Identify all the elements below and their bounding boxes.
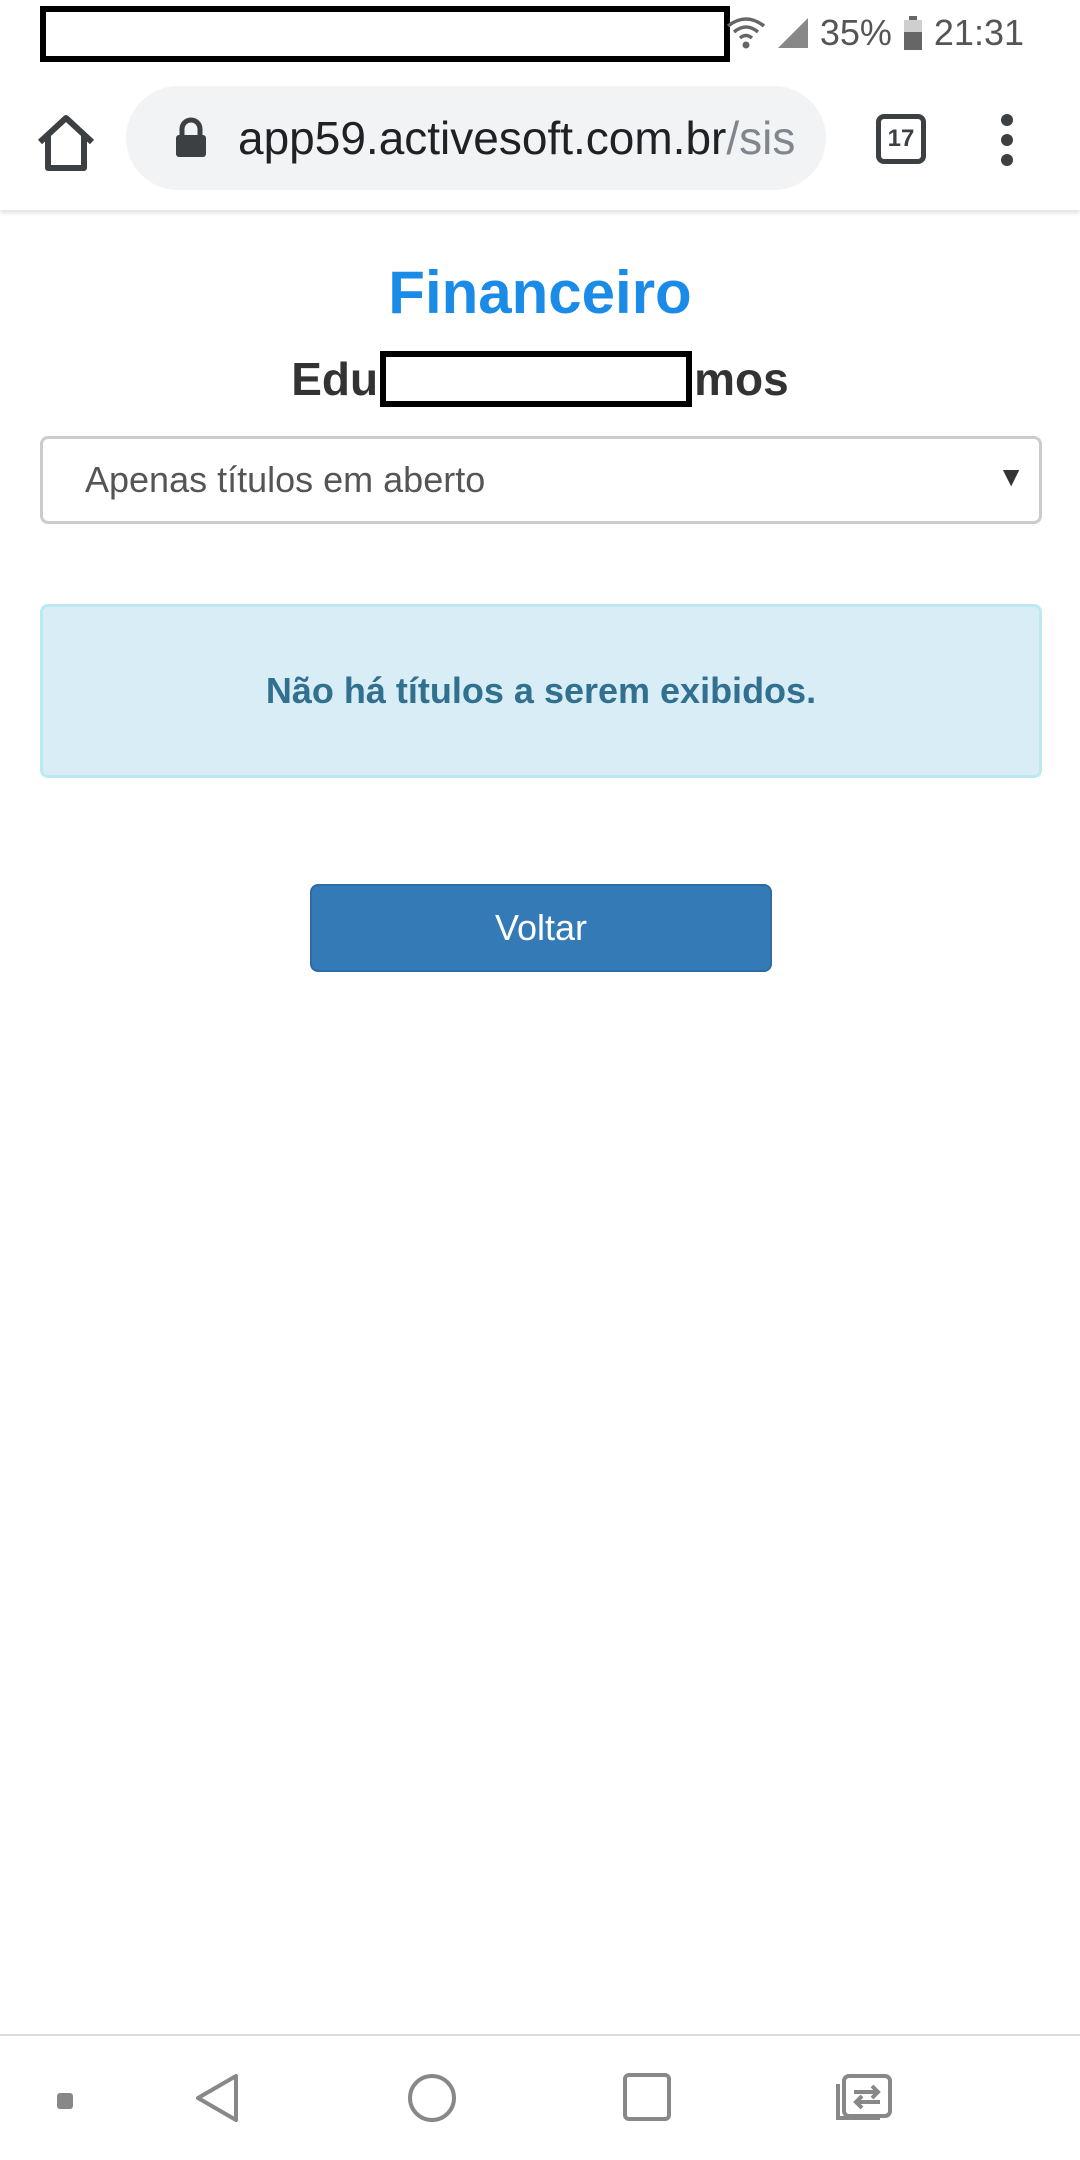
recents-icon[interactable]: [622, 2072, 672, 2122]
redacted-notification-area: [40, 6, 730, 62]
tab-count: 17: [887, 125, 915, 152]
page-title: Financeiro: [388, 259, 692, 326]
back-icon[interactable]: [192, 2072, 242, 2124]
system-nav-bar: [0, 2034, 1080, 2160]
home-circle-icon[interactable]: [406, 2072, 458, 2124]
signal-icon: [776, 16, 810, 50]
status-indicators: 35% 21:31: [726, 0, 1024, 66]
tabs-icon[interactable]: 17: [876, 114, 926, 164]
dropdown-arrow-icon: ▼: [997, 461, 1025, 492]
url-path: /sis: [726, 112, 796, 164]
status-bar: 35% 21:31: [0, 0, 1080, 66]
user-name-end: mos: [694, 353, 789, 405]
lock-icon: [174, 117, 208, 159]
switch-app-icon[interactable]: [834, 2072, 894, 2124]
redacted-name: [380, 350, 693, 407]
back-button[interactable]: Voltar: [310, 884, 772, 972]
battery-icon: [902, 15, 924, 51]
battery-percent: 35%: [819, 12, 892, 53]
more-vert-icon[interactable]: [992, 110, 1022, 170]
url-host: app59.activesoft.com.br: [238, 112, 727, 164]
url-text: app59.activesoft.com.br/sis: [238, 111, 798, 165]
filter-select[interactable]: Apenas títulos em aberto ▼: [40, 436, 1042, 524]
alert-message: Não há títulos a serem exibidos.: [265, 670, 817, 711]
clock: 21:31: [933, 12, 1024, 53]
info-alert: Não há títulos a serem exibidos.: [40, 604, 1042, 778]
user-name: Edu mos: [0, 350, 1080, 411]
address-bar[interactable]: app59.activesoft.com.br/sis: [126, 86, 826, 190]
user-name-start: Edu: [291, 353, 379, 405]
filter-selected-value: Apenas títulos em aberto: [85, 459, 486, 500]
wifi-icon: [726, 16, 766, 50]
home-icon[interactable]: [30, 108, 102, 180]
dot-icon: [57, 2093, 73, 2109]
browser-toolbar: app59.activesoft.com.br/sis 17: [0, 66, 1080, 210]
